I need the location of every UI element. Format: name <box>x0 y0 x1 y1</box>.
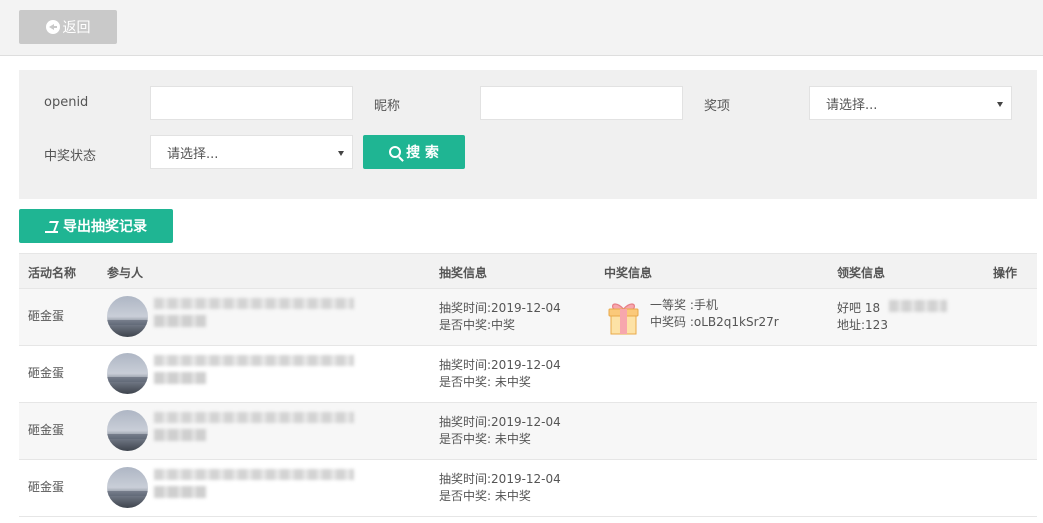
redacted-nickname <box>154 315 206 327</box>
nickname-input[interactable] <box>480 86 683 120</box>
activity-name: 砸金蛋 <box>28 423 65 437</box>
openid-label: openid <box>44 95 89 110</box>
search-button-label: 搜 索 <box>406 145 439 161</box>
draw-time: 抽奖时间:2019-12-04 <box>439 472 561 486</box>
top-bar: 返回 <box>0 0 1043 56</box>
chevron-down-icon <box>338 151 344 156</box>
redacted-phone <box>889 300 947 312</box>
avatar <box>107 296 148 337</box>
redacted-nickname <box>154 429 206 441</box>
status-select-value: 请选择... <box>167 146 219 162</box>
openid-input[interactable] <box>150 86 353 120</box>
claim-name: 好吧 18 <box>837 301 881 315</box>
redacted-nickname <box>154 372 206 384</box>
column-header: 操作 <box>993 266 1018 280</box>
win-status: 是否中奖: 未中奖 <box>439 375 531 389</box>
avatar <box>107 353 148 394</box>
column-header: 活动名称 <box>28 266 77 280</box>
search-button[interactable]: 搜 索 <box>363 135 465 169</box>
avatar <box>107 467 148 508</box>
draw-time: 抽奖时间:2019-12-04 <box>439 301 561 315</box>
activity-name: 砸金蛋 <box>28 309 65 323</box>
redacted-openid <box>154 412 354 423</box>
search-icon <box>389 146 402 158</box>
filter-panel: openid 昵称 奖项 请选择... 中奖状态 请选择... 搜 索 <box>19 70 1037 199</box>
back-button-label: 返回 <box>62 20 91 36</box>
gift-icon <box>608 303 639 335</box>
column-header: 中奖信息 <box>604 266 653 280</box>
column-header: 参与人 <box>107 266 144 280</box>
status-select[interactable]: 请选择... <box>150 135 353 169</box>
table-row: 砸金蛋 抽奖时间:2019-12-04 是否中奖: 未中奖 <box>19 346 1037 403</box>
activity-name: 砸金蛋 <box>28 366 65 380</box>
nickname-label: 昵称 <box>374 99 401 114</box>
avatar <box>107 410 148 451</box>
prize-name: 一等奖 :手机 <box>650 298 718 312</box>
prize-code: 中奖码 :oLB2q1kSr27r <box>650 315 779 329</box>
redacted-openid <box>154 355 354 366</box>
redacted-nickname <box>154 486 206 498</box>
export-icon <box>45 220 58 233</box>
prize-label: 奖项 <box>704 99 731 114</box>
back-button[interactable]: 返回 <box>19 10 117 44</box>
win-status: 是否中奖:中奖 <box>439 318 516 332</box>
draw-time: 抽奖时间:2019-12-04 <box>439 415 561 429</box>
prize-select-value: 请选择... <box>826 97 878 113</box>
win-status: 是否中奖: 未中奖 <box>439 489 531 503</box>
export-button[interactable]: 导出抽奖记录 <box>19 209 173 243</box>
table-row: 砸金蛋 抽奖时间:2019-12-04 是否中奖:中奖 一等奖 :手机 中奖码 … <box>19 289 1037 346</box>
activity-name: 砸金蛋 <box>28 480 65 494</box>
status-label: 中奖状态 <box>44 149 97 164</box>
export-button-label: 导出抽奖记录 <box>63 219 147 235</box>
chevron-down-icon <box>997 102 1003 107</box>
column-header: 抽奖信息 <box>439 266 488 280</box>
prize-select[interactable]: 请选择... <box>809 86 1012 120</box>
claim-address: 地址:123 <box>837 318 888 332</box>
column-header: 领奖信息 <box>837 266 886 280</box>
table-row: 砸金蛋 抽奖时间:2019-12-04 是否中奖: 未中奖 <box>19 460 1037 517</box>
records-table: 活动名称 参与人 抽奖信息 中奖信息 领奖信息 操作 砸金蛋 抽奖时间:2019… <box>19 253 1037 517</box>
win-status: 是否中奖: 未中奖 <box>439 432 531 446</box>
table-row: 砸金蛋 抽奖时间:2019-12-04 是否中奖: 未中奖 <box>19 403 1037 460</box>
arrow-left-circle-icon <box>45 20 60 34</box>
table-header: 活动名称 参与人 抽奖信息 中奖信息 领奖信息 操作 <box>19 254 1037 289</box>
redacted-openid <box>154 298 354 309</box>
redacted-openid <box>154 469 354 480</box>
draw-time: 抽奖时间:2019-12-04 <box>439 358 561 372</box>
